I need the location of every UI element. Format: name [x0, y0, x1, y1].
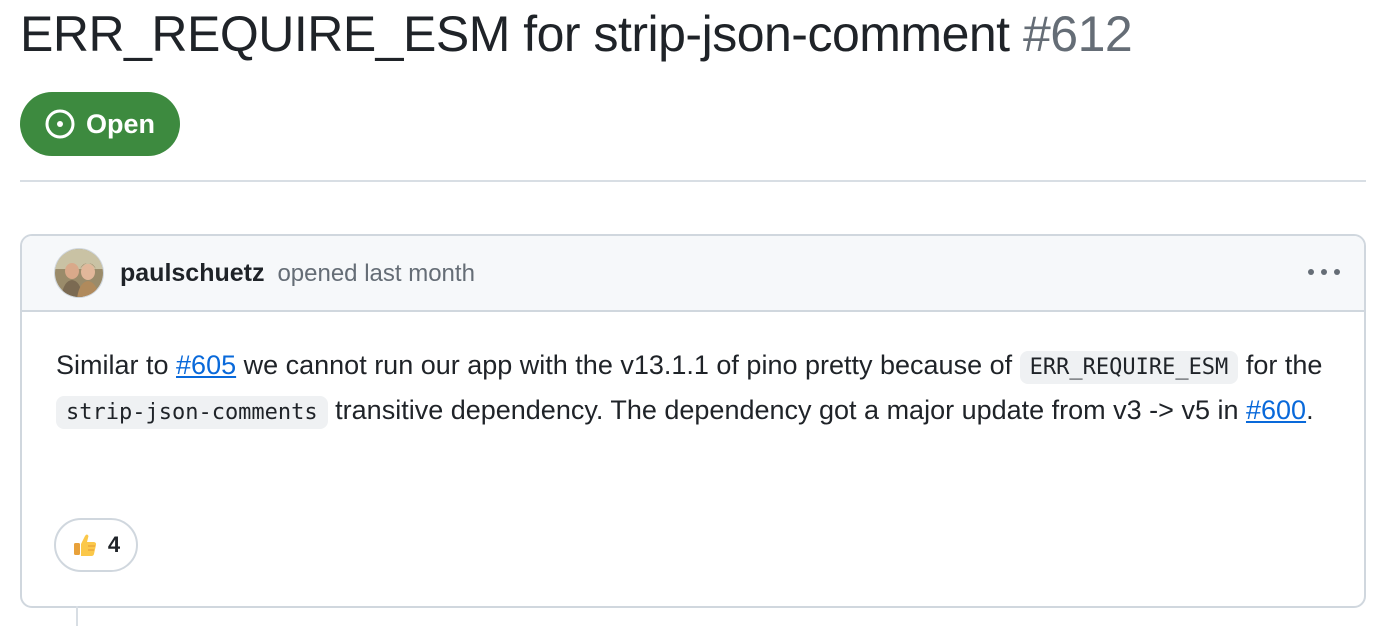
comment-header: paulschuetz opened last month	[22, 236, 1364, 312]
issue-number: #612	[1022, 6, 1133, 62]
issue-state-label: Open	[86, 108, 156, 139]
timeline-line	[76, 606, 78, 626]
thumbs-up-icon	[72, 532, 98, 558]
issue-link-600[interactable]: #600	[1246, 395, 1306, 425]
reaction-button[interactable]: 4	[54, 518, 138, 572]
comment-text: for the	[1238, 350, 1323, 380]
issue-state-badge: Open	[20, 92, 180, 156]
comment-author[interactable]: paulschuetz	[120, 259, 264, 287]
issue-link-605[interactable]: #605	[176, 350, 236, 380]
reaction-count: 4	[107, 532, 121, 557]
issue-title: ERR_REQUIRE_ESM for strip-json-comment #…	[20, 2, 1133, 66]
comment-body: Similar to #605 we cannot run our app wi…	[56, 344, 1346, 434]
issue-title-text: ERR_REQUIRE_ESM for strip-json-comment	[20, 6, 1010, 62]
avatar[interactable]	[54, 248, 104, 298]
inline-code: strip-json-comments	[56, 396, 328, 429]
comment-opened-meta: opened last month	[277, 260, 475, 287]
comment-text: Similar to	[56, 350, 177, 380]
comment-text: transitive dependency. The dependency go…	[327, 395, 1246, 425]
comment-text: we cannot run our app with the v13.1.1 o…	[236, 350, 1020, 380]
kebab-horizontal-icon[interactable]	[1304, 256, 1344, 288]
issue-opened-icon	[44, 108, 76, 140]
comment-text: .	[1306, 395, 1314, 425]
comment-header-text: paulschuetz opened last month	[120, 256, 475, 291]
inline-code: ERR_REQUIRE_ESM	[1019, 351, 1239, 384]
header-divider	[20, 180, 1366, 182]
issue-comment: paulschuetz opened last month Similar to…	[20, 234, 1366, 608]
